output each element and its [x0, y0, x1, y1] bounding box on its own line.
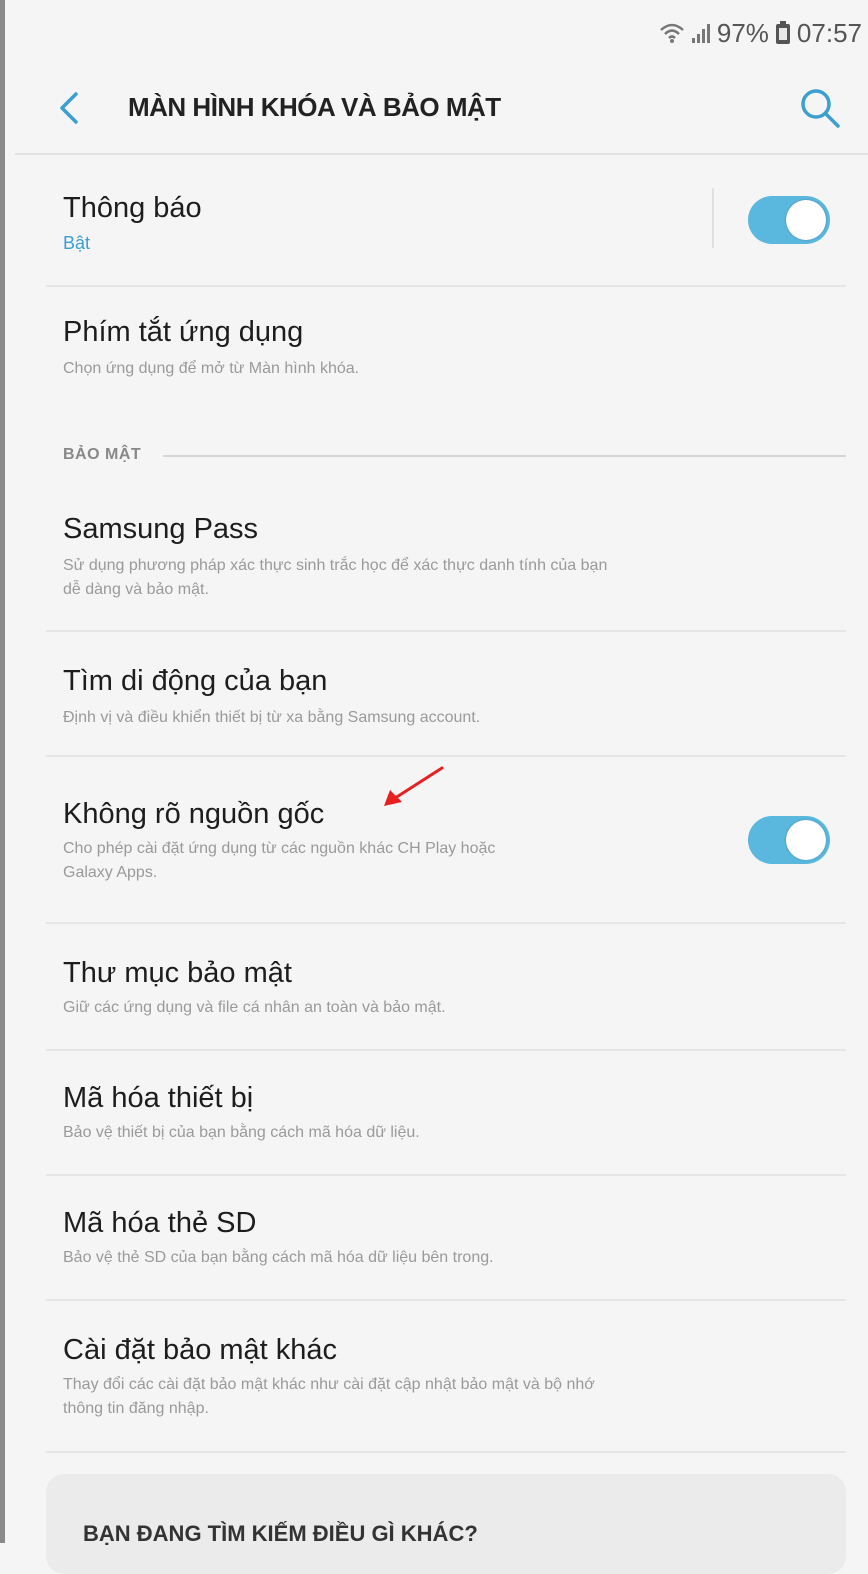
divider	[46, 1049, 846, 1051]
item-subtitle: Bảo vệ thiết bị của bạn bằng cách mã hóa…	[63, 1124, 420, 1141]
item-title: Thông báo	[63, 192, 202, 224]
encrypt-sd-card-item[interactable]: Mã hóa thẻ SD Bảo vệ thẻ SD của bạn bằng…	[15, 1189, 868, 1297]
looking-for-something-else-card[interactable]: BẠN ĐANG TÌM KIẾM ĐIỀU GÌ KHÁC?	[46, 1474, 846, 1574]
status-bar: 97% 07:57	[659, 18, 862, 48]
item-subtitle-line1: Thay đổi các cài đặt bảo mật khác như cà…	[63, 1376, 595, 1393]
samsung-pass-item[interactable]: Samsung Pass Sử dụng phương pháp xác thự…	[15, 495, 868, 625]
item-title: Samsung Pass	[63, 513, 259, 545]
item-subtitle-line2: dễ dàng và bảo mật.	[63, 581, 209, 598]
toggle-knob	[786, 820, 826, 860]
divider	[46, 1451, 846, 1453]
item-subtitle: Bảo vệ thẻ SD của bạn bằng cách mã hóa d…	[63, 1249, 494, 1266]
item-title: Tìm di động của bạn	[63, 665, 328, 697]
item-title: Mã hóa thẻ SD	[63, 1207, 257, 1239]
clock: 07:57	[796, 17, 862, 48]
section-line	[163, 455, 846, 457]
item-title: Thư mục bảo mật	[63, 957, 292, 989]
item-title: Mã hóa thiết bị	[63, 1082, 254, 1114]
item-title: Không rõ nguồn gốc	[63, 798, 325, 830]
toggle-knob	[786, 200, 826, 240]
divider	[46, 922, 846, 924]
other-security-settings-item[interactable]: Cài đặt bảo mật khác Thay đổi các cài đặ…	[15, 1314, 868, 1449]
item-subtitle: Bật	[63, 233, 91, 253]
divider	[46, 1299, 846, 1301]
item-subtitle-line2: Galaxy Apps.	[63, 864, 158, 881]
vertical-separator	[712, 188, 714, 248]
encrypt-device-item[interactable]: Mã hóa thiết bị Bảo vệ thiết bị của bạn …	[15, 1064, 868, 1172]
chevron-left-icon	[60, 92, 78, 124]
divider	[46, 1174, 846, 1176]
wifi-icon	[659, 22, 685, 44]
search-button[interactable]	[798, 86, 842, 130]
item-title: Phím tắt ứng dụng	[63, 316, 304, 348]
app-shortcuts-item[interactable]: Phím tắt ứng dụng Chọn ứng dụng để mở từ…	[15, 300, 868, 400]
battery-percent: 97%	[716, 17, 769, 48]
divider	[46, 755, 846, 757]
section-header: BẢO MẬT	[63, 446, 142, 463]
battery-icon	[775, 21, 791, 45]
notifications-item[interactable]: Thông báo Bật	[15, 170, 868, 285]
notifications-toggle[interactable]	[748, 196, 830, 244]
item-title: Cài đặt bảo mật khác	[63, 1334, 338, 1366]
find-my-mobile-item[interactable]: Tìm di động của bạn Định vị và điều khiể…	[15, 645, 868, 750]
back-button[interactable]	[52, 90, 88, 126]
unknown-sources-toggle[interactable]	[748, 816, 830, 864]
left-border	[0, 0, 5, 1543]
item-subtitle: Định vị và điều khiển thiết bị từ xa bằn…	[63, 709, 481, 726]
unknown-sources-item[interactable]: Không rõ nguồn gốc Cho phép cài đặt ứng …	[15, 770, 868, 920]
secure-folder-item[interactable]: Thư mục bảo mật Giữ các ứng dụng và file…	[15, 937, 868, 1047]
item-subtitle: Giữ các ứng dụng và file cá nhân an toàn…	[63, 999, 446, 1016]
item-subtitle-line2: thông tin đăng nhập.	[63, 1400, 209, 1417]
item-subtitle-line1: Cho phép cài đặt ứng dụng từ các nguồn k…	[63, 840, 496, 857]
item-subtitle-line1: Sử dụng phương pháp xác thực sinh trắc h…	[63, 557, 608, 574]
signal-icon	[691, 22, 711, 44]
card-title: BẠN ĐANG TÌM KIẾM ĐIỀU GÌ KHÁC?	[83, 1521, 478, 1546]
app-bar: MÀN HÌNH KHÓA VÀ BẢO MẬT	[0, 68, 868, 148]
divider	[46, 285, 846, 287]
header-divider	[15, 153, 868, 155]
divider	[46, 630, 846, 632]
search-icon	[801, 89, 840, 128]
item-subtitle: Chọn ứng dụng để mở từ Màn hình khóa.	[63, 360, 360, 377]
page-title: MÀN HÌNH KHÓA VÀ BẢO MẬT	[128, 92, 501, 122]
